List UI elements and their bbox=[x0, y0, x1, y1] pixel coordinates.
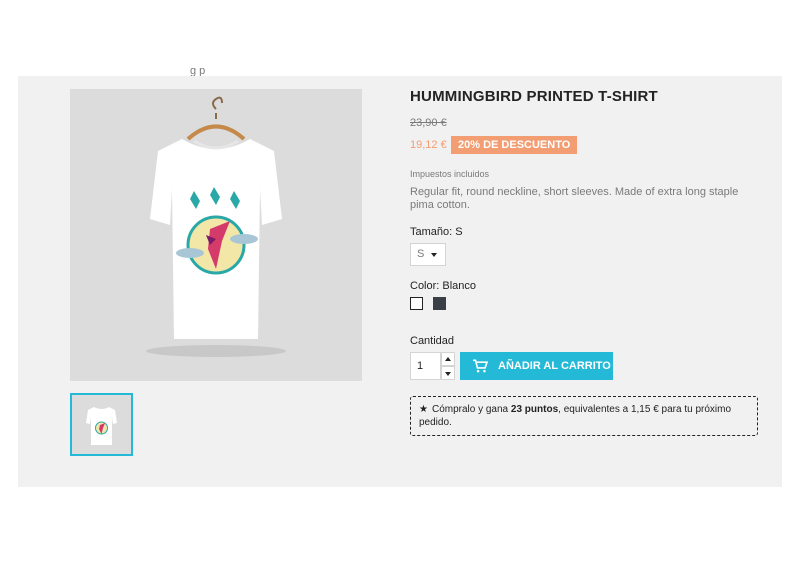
size-select[interactable]: S bbox=[410, 243, 446, 266]
add-to-cart-button[interactable]: AÑADIR AL CARRITO bbox=[460, 352, 613, 380]
tax-label: Impuestos incluidos bbox=[410, 169, 490, 179]
color-swatch-white[interactable] bbox=[410, 297, 423, 310]
product-thumbnail[interactable] bbox=[70, 393, 133, 456]
loyalty-prefix: Cómpralo y gana bbox=[431, 404, 511, 415]
loyalty-points-notice: ★ Cómpralo y gana 23 puntos, equivalentes… bbox=[410, 396, 758, 436]
quantity-label: Cantidad bbox=[410, 335, 455, 347]
color-swatch-dark[interactable] bbox=[433, 297, 446, 310]
product-description: Regular fit, round neckline, short sleev… bbox=[410, 186, 739, 211]
quantity-decrement-button[interactable] bbox=[441, 366, 455, 380]
shopping-cart-icon bbox=[473, 359, 488, 373]
add-to-cart-label: AÑADIR AL CARRITO bbox=[498, 360, 611, 372]
product-title: HUMMINGBIRD PRINTED T-SHIRT bbox=[410, 88, 658, 105]
color-label: Color: Blanco bbox=[410, 280, 477, 292]
quantity-increment-button[interactable] bbox=[441, 352, 455, 366]
chevron-down-icon bbox=[431, 253, 437, 257]
size-label: Tamaño: S bbox=[410, 226, 463, 238]
regular-price: 23,90 € bbox=[410, 117, 447, 129]
tshirt-thumbnail-illustration bbox=[86, 407, 117, 445]
current-price: 19,12 € bbox=[410, 139, 447, 151]
breadcrumb: g p bbox=[190, 66, 206, 76]
star-icon: ★ bbox=[419, 404, 428, 415]
chevron-up-icon bbox=[445, 357, 451, 361]
discount-badge: 20% DE DESCUENTO bbox=[451, 136, 578, 154]
quantity-input[interactable]: 1 bbox=[410, 352, 441, 380]
chevron-down-icon bbox=[445, 372, 451, 376]
size-select-value: S bbox=[417, 248, 425, 260]
loyalty-points: 23 puntos bbox=[510, 404, 559, 415]
tshirt-illustration bbox=[146, 96, 286, 357]
product-main-image[interactable] bbox=[70, 89, 362, 381]
